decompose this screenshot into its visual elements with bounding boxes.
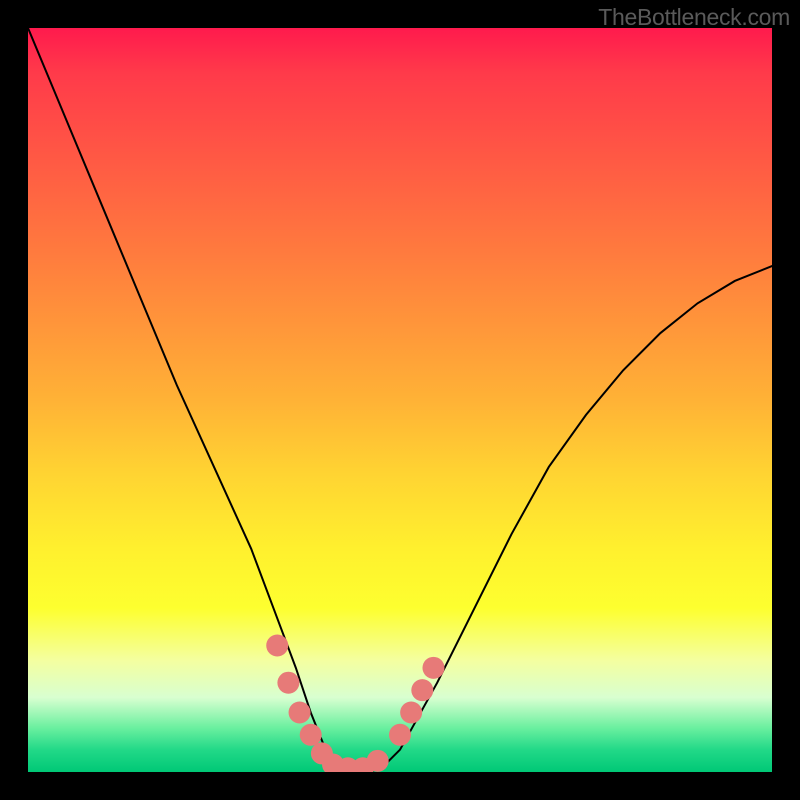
highlight-dot <box>289 701 311 723</box>
highlight-dot <box>300 724 322 746</box>
highlight-dot <box>266 635 288 657</box>
chart-plot-area <box>28 28 772 772</box>
curve-path <box>28 28 772 772</box>
highlight-dot <box>389 724 411 746</box>
highlight-dot <box>422 657 444 679</box>
highlight-dot <box>411 679 433 701</box>
highlight-dot <box>367 750 389 772</box>
highlight-dot <box>277 672 299 694</box>
highlight-dot <box>400 701 422 723</box>
watermark-text: TheBottleneck.com <box>598 4 790 31</box>
chart-frame: TheBottleneck.com <box>0 0 800 800</box>
bottleneck-curve <box>28 28 772 772</box>
